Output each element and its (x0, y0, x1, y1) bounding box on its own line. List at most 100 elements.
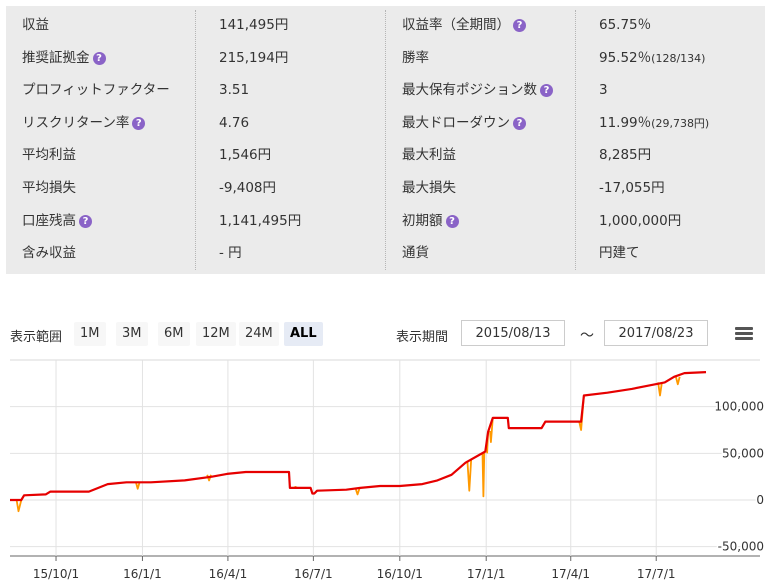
stat-value-text: 円建て (599, 245, 640, 262)
stat-value-text: 215,194円 (219, 49, 289, 66)
stat-label-text: 平均損失 (22, 180, 76, 196)
x-tick-label: 16/7/1 (294, 567, 333, 581)
stat-value-text: 8,285円 (599, 147, 652, 164)
stat-label-text: リスクリターン率 (22, 114, 130, 131)
stats-row: 推奨証拠金? 215,194円 勝率 95.52％(128/134) (6, 42, 765, 74)
range-button-3m[interactable]: 3M (116, 322, 148, 346)
range-button-12m[interactable]: 12M (196, 322, 236, 346)
stat-value-text: 3 (599, 82, 608, 99)
x-tick-label: 17/7/1 (637, 567, 676, 581)
stat-label: リスクリターン率? (22, 107, 146, 139)
stat-value: 円建て (599, 237, 640, 269)
stat-label-text: 最大保有ポジション数 (402, 82, 537, 99)
help-icon[interactable]: ? (513, 116, 526, 130)
stat-value: 1,000,000円 (599, 205, 681, 237)
stat-value: 3.51 (219, 74, 249, 106)
stat-label: 初期額? (402, 205, 459, 237)
y-tick-label: 100,000 (714, 400, 764, 414)
performance-stats-table: 収益 141,495円 収益率（全期間）? 65.75％ 推奨証拠金? 215,194円 勝… (6, 6, 765, 274)
date-to-input[interactable] (604, 320, 708, 346)
range-button-1m[interactable]: 1M (74, 322, 106, 346)
stat-value-text: 4.76 (219, 114, 250, 131)
stat-label: 含み収益 (22, 237, 76, 269)
stat-label: 平均損失 (22, 172, 76, 204)
stat-value-text: 1,546円 (219, 147, 272, 164)
stat-label-text: 推奨証拠金 (22, 49, 90, 66)
stat-label: 収益率（全期間）? (402, 9, 526, 41)
stat-value-text: 1,000,000円 (599, 212, 682, 229)
stat-label-text: 勝率 (402, 49, 429, 66)
help-icon[interactable]: ? (79, 214, 92, 228)
stat-value-text: -9,408円 (219, 180, 277, 196)
x-tick-label: 16/10/1 (377, 567, 423, 581)
drawdown-spike (675, 376, 681, 386)
stat-label-text: 平均利益 (22, 147, 76, 164)
date-from-input[interactable] (461, 320, 565, 346)
range-button-6m[interactable]: 6M (158, 322, 190, 346)
drawdown-spike (354, 488, 361, 496)
y-tick-label: 0 (756, 493, 764, 507)
range-button-24m[interactable]: 24M (239, 322, 279, 346)
range-button-all[interactable]: ALL (284, 322, 323, 346)
chart-menu-icon[interactable] (735, 327, 753, 341)
help-icon[interactable]: ? (92, 51, 106, 65)
stat-value-text: 1,141,495円 (219, 212, 302, 229)
stat-value: 8,285円 (599, 139, 651, 171)
stat-value-text: - 円 (219, 245, 242, 262)
stat-value-text: -17,055円 (599, 180, 665, 196)
stat-label-text: 口座残高 (22, 212, 76, 229)
stat-label-text: 最大利益 (402, 147, 456, 164)
stat-value-text: 95.52％ (599, 49, 652, 66)
stat-value: 141,495円 (219, 9, 288, 41)
help-icon[interactable]: ? (513, 19, 526, 32)
stat-label: 最大保有ポジション数? (402, 74, 553, 106)
stat-label-text: 初期額 (402, 212, 443, 229)
stat-label: 最大損失 (402, 172, 456, 204)
stat-value-text: 3.51 (219, 82, 250, 99)
range-label: 表示範囲 (10, 330, 63, 345)
stat-value: -17,055円 (599, 172, 665, 204)
help-icon[interactable]: ? (132, 116, 146, 130)
balance-line-chart: 15/10/1 16/1/1 16/4/1 16/7/1 16/10/1 17/1/1 17… (10, 359, 766, 581)
stat-label: 最大ドローダウン? (402, 107, 526, 139)
stat-label-text: 収益 (22, 17, 49, 33)
stat-value-detail: (29,738円) (651, 116, 710, 130)
y-tick-label: 50,000 (722, 446, 764, 460)
date-range-separator: ～ (580, 328, 594, 344)
stat-label: プロフィットファクター (22, 74, 170, 106)
x-tick-label: 16/4/1 (209, 567, 248, 581)
x-tick-label: 17/4/1 (551, 567, 590, 581)
stat-value: 3 (599, 74, 608, 106)
drawdown-spike (15, 499, 23, 513)
y-tick-label: -50,000 (718, 540, 764, 554)
stat-value: 11.99％(29,738円) (599, 107, 709, 139)
stats-row: リスクリターン率? 4.76 最大ドローダウン? 11.99％(29,738円) (6, 107, 765, 139)
stat-label-text: 収益率（全期間） (402, 17, 510, 33)
stat-value-detail: (128/134) (651, 51, 706, 65)
drawdown-spike (481, 451, 486, 498)
x-tick-label: 17/1/1 (467, 567, 506, 581)
stat-label: 推奨証拠金? (22, 42, 106, 74)
stat-value: 1,546円 (219, 139, 271, 171)
chart-toolbar: 表示範囲 1M 3M 6M 12M 24M ALL 表示期間 ～ (0, 318, 769, 350)
stat-label: 最大利益 (402, 139, 456, 171)
stat-label-text: 最大ドローダウン (402, 114, 510, 131)
stat-label-text: 最大損失 (402, 180, 456, 196)
stat-value: 215,194円 (219, 42, 288, 74)
stat-value-text: 141,495円 (219, 17, 289, 33)
stats-row: 平均損失 -9,408円 最大損失 -17,055円 (6, 172, 765, 204)
x-tick-label: 15/10/1 (33, 567, 79, 581)
drawdown-spike (466, 458, 473, 492)
stat-label: 口座残高? (22, 205, 92, 237)
stats-row: 平均利益 1,546円 最大利益 8,285円 (6, 139, 765, 171)
stat-label-text: 含み収益 (22, 245, 76, 262)
stat-label: 収益 (22, 9, 49, 41)
stat-label: 通貨 (402, 237, 429, 269)
stat-value-text: 11.99％ (599, 114, 652, 131)
stat-label-text: 通貨 (402, 245, 429, 262)
x-tick-label: 16/1/1 (123, 567, 162, 581)
stat-value: 4.76 (219, 107, 249, 139)
help-icon[interactable]: ? (445, 214, 459, 228)
help-icon[interactable]: ? (540, 84, 553, 98)
stats-row: プロフィットファクター 3.51 最大保有ポジション数? 3 (6, 74, 765, 106)
